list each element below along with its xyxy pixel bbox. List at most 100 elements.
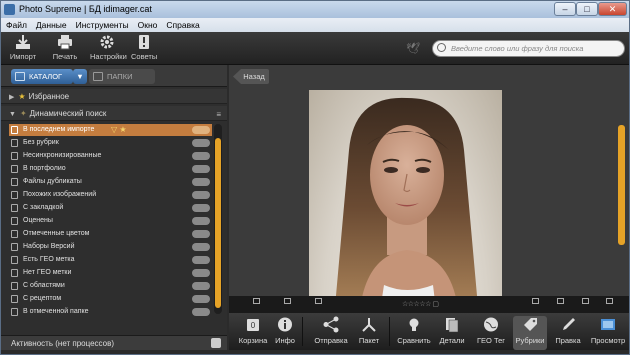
search-item-icon <box>11 126 18 134</box>
rotate-icon <box>581 298 589 304</box>
info-item[interactable] <box>599 298 619 304</box>
list-item[interactable]: В портфолио <box>9 163 212 175</box>
search-item-icon <box>11 230 18 238</box>
edit-button[interactable]: Правка <box>553 316 583 345</box>
list-item[interactable]: Похожих изображений <box>9 189 212 201</box>
chevron-down-icon: ▼ <box>76 72 84 81</box>
count-badge <box>192 230 210 238</box>
list-item-label: Нет ГЕО метки <box>23 269 72 276</box>
import-button[interactable]: Импорт <box>9 34 37 61</box>
menu-file[interactable]: Файл <box>1 18 31 32</box>
edit-label: Правка <box>555 336 581 345</box>
search-item-icon <box>11 217 18 225</box>
list-item[interactable]: Оценены <box>9 215 212 227</box>
search-item-icon <box>11 178 18 186</box>
favorites-section[interactable]: ▶ ★ Избранное <box>1 89 227 104</box>
separator <box>389 317 390 346</box>
share-button[interactable]: Отправка <box>313 316 349 345</box>
search-item-icon <box>11 243 18 251</box>
minimize-button[interactable]: – <box>554 2 576 16</box>
preview-image[interactable] <box>309 90 502 318</box>
catalog-dropdown-button[interactable]: ▼ <box>73 69 87 84</box>
star-icon: ★ <box>18 92 26 101</box>
list-item[interactable]: Несинхронизированные <box>9 150 212 162</box>
focal-icon <box>314 298 322 304</box>
left-scrollbar-thumb[interactable] <box>215 138 221 308</box>
menu-data[interactable]: Данные <box>31 18 71 32</box>
details-button[interactable]: Детали <box>437 316 467 345</box>
list-item[interactable]: Отмеченные цветом <box>9 228 212 240</box>
info-item[interactable] <box>304 298 332 304</box>
print-button[interactable]: Печать <box>52 34 78 61</box>
count-badge <box>192 295 210 303</box>
list-item-label: Похожих изображений <box>23 191 97 198</box>
info-item[interactable] <box>241 298 271 304</box>
list-item[interactable]: С закладкой <box>9 202 212 214</box>
categories-label: Рубрики <box>515 336 545 345</box>
portrait-photo <box>334 97 479 318</box>
info-item[interactable] <box>574 298 596 304</box>
list-item-label: Без рубрик <box>23 139 59 146</box>
printer-icon <box>58 35 72 50</box>
list-item-label: В портфолио <box>23 165 66 172</box>
left-scrollbar[interactable] <box>214 124 222 314</box>
activity-status[interactable]: Активность (нет процессов) <box>1 335 227 350</box>
list-item-label: Есть ГЕО метка <box>23 256 75 263</box>
tab-folders[interactable]: ПАПКИ <box>89 69 155 84</box>
photo-info-bar: ☆☆☆☆☆ ▢ <box>229 296 629 313</box>
app-window: Photo Supreme | БД idimager.cat – □ ✕ Фа… <box>0 0 630 355</box>
details-label: Детали <box>439 336 465 345</box>
tag-icon <box>524 318 537 331</box>
search-item-icon <box>11 282 18 290</box>
print-label: Печать <box>52 52 78 61</box>
list-item-label: С областями <box>23 282 65 289</box>
main-toolbar: Импорт Печать Настройки Советы 🕊 Введите… <box>1 32 629 65</box>
list-item[interactable]: Есть ГЕО метка <box>9 254 212 266</box>
menu-tools[interactable]: Инструменты <box>71 18 133 32</box>
brush-icon <box>563 318 575 330</box>
tips-icon <box>139 35 149 49</box>
info-button[interactable]: Инфо <box>273 316 297 345</box>
count-badge <box>192 243 210 251</box>
list-item[interactable]: Наборы Версий <box>9 241 212 253</box>
list-item-label: В отмеченной папке <box>23 308 89 315</box>
info-item[interactable] <box>526 298 544 304</box>
tab-catalog[interactable]: КАТАЛОГ <box>11 69 73 84</box>
batch-label: Пакет <box>358 336 380 345</box>
activity-toggle-icon[interactable] <box>211 338 221 348</box>
options-icon <box>605 298 613 304</box>
list-item[interactable]: В последнем импорте ▽ ★ <box>9 124 212 136</box>
preview-button[interactable]: Просмотр <box>589 316 627 345</box>
tips-button[interactable]: Советы <box>131 34 157 61</box>
basket-button[interactable]: 0 Корзина <box>237 316 269 345</box>
list-item[interactable]: С рецептом <box>9 293 212 305</box>
count-badge <box>192 126 210 134</box>
search-item-icon <box>11 165 18 173</box>
back-button[interactable]: Назад <box>233 69 269 84</box>
section-menu-icon[interactable]: ≡ <box>216 107 221 122</box>
close-button[interactable]: ✕ <box>598 2 627 16</box>
menu-help[interactable]: Справка <box>161 18 203 32</box>
list-item[interactable]: С областями <box>9 280 212 292</box>
dynamic-search-section[interactable]: ▼ ✦ Динамический поиск ≡ <box>1 106 227 121</box>
info-item[interactable] <box>273 298 301 304</box>
search-input[interactable]: Введите слово или фразу для поиска <box>432 40 625 57</box>
list-item[interactable]: Нет ГЕО метки <box>9 267 212 279</box>
batch-icon <box>362 318 376 332</box>
info-item[interactable] <box>549 298 571 304</box>
maximize-button[interactable]: □ <box>576 2 598 16</box>
settings-button[interactable]: Настройки <box>90 34 127 61</box>
search-item-icon <box>11 256 18 264</box>
preview-scrollbar[interactable] <box>618 125 625 245</box>
geotag-button[interactable]: ГЕО Тег <box>475 316 507 345</box>
list-item[interactable]: Без рубрик <box>9 137 212 149</box>
list-item[interactable]: В отмеченной папке <box>9 306 212 318</box>
left-panel: КАТАЛОГ ▼ ПАПКИ ▶ ★ Избранное ▼ ✦ Динамическ… <box>1 65 227 350</box>
batch-button[interactable]: Пакет <box>355 316 383 345</box>
list-item-label: Файлы дубликаты <box>23 178 82 185</box>
menu-window[interactable]: Окно <box>133 18 162 32</box>
compare-button[interactable]: Сравнить <box>396 316 432 345</box>
list-item[interactable]: Файлы дубликаты <box>9 176 212 188</box>
categories-button[interactable]: Рубрики <box>513 316 547 350</box>
rating-stars[interactable]: ☆☆☆☆☆ ▢ <box>402 300 439 308</box>
